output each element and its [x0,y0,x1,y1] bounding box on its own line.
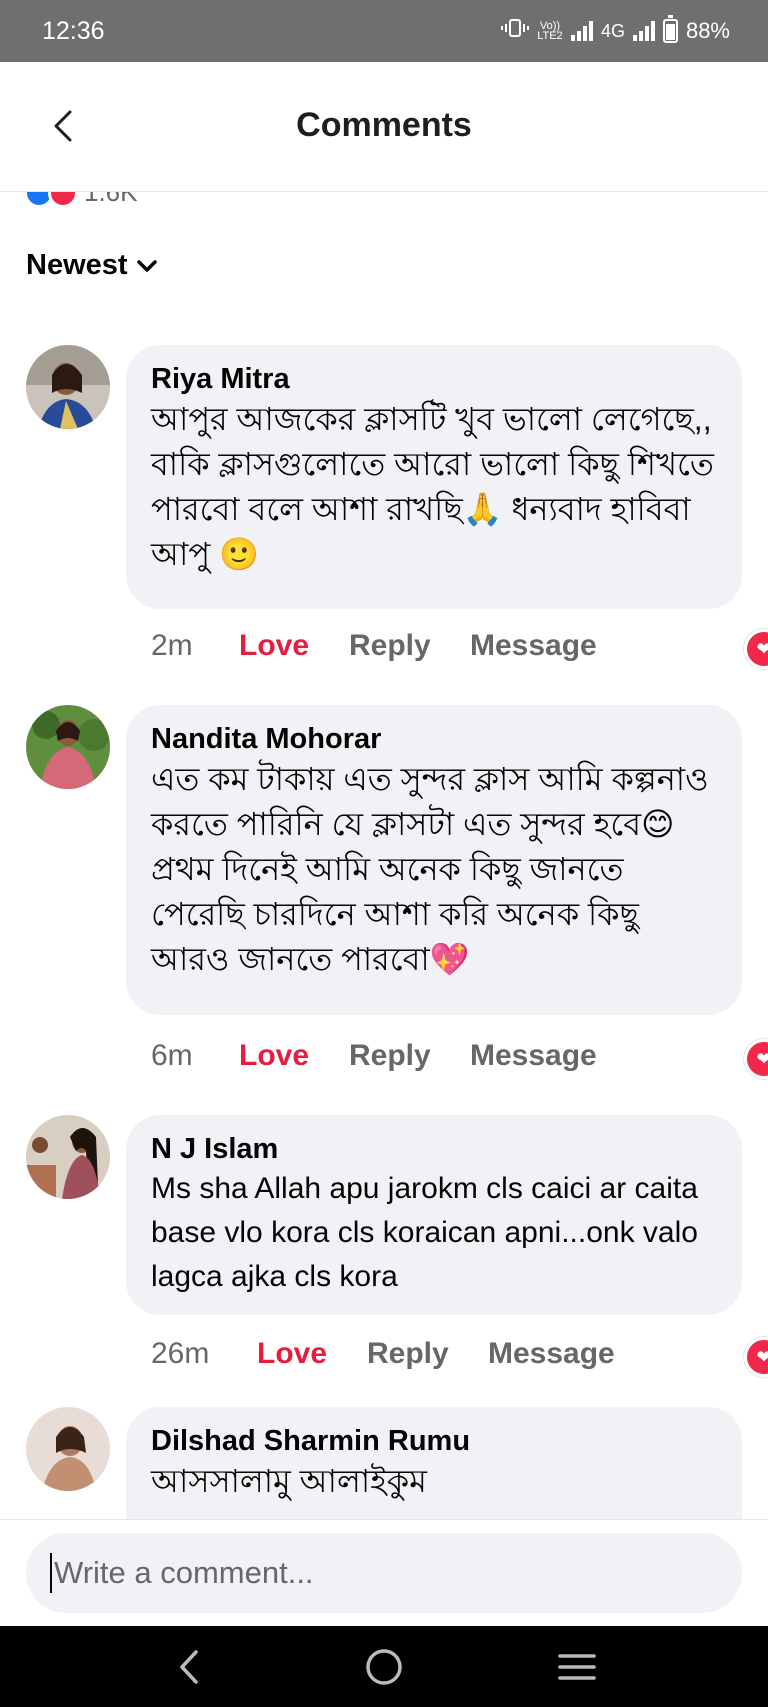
system-nav-bar [0,1626,768,1707]
battery-icon [662,15,678,43]
comment-time[interactable]: 2m [151,629,193,663]
message-button[interactable]: Message [470,629,597,663]
battery-level: 88% [685,18,730,43]
comment-time[interactable]: 6m [151,1039,193,1073]
signal-icon-2 [632,21,655,41]
page-title: Comments [296,106,472,144]
status-icons: Vo)) LTE2 4G 88% [500,15,730,45]
avatar[interactable] [26,345,110,429]
composer-area: Write a comment... [0,1519,768,1627]
comment-input[interactable]: Write a comment... [26,1533,742,1613]
header: Comments [0,62,768,192]
reply-button[interactable]: Reply [349,629,431,663]
nav-home-icon [366,1649,402,1685]
nav-menu-icon [558,1654,596,1680]
love-button[interactable]: Love [257,1337,327,1371]
comment-actions: 26m Love Reply Message 1 ❤ [151,1337,768,1377]
volte-label: Vo)) LTE2 [537,20,563,42]
comment-bubble[interactable]: Riya Mitra আপুর আজকের ক্লাসটি খুব ভালো ল… [126,345,742,609]
comment-author[interactable]: Dilshad Sharmin Rumu [151,1423,716,1459]
sort-label: Newest [26,249,128,281]
nav-back-icon [180,1650,198,1684]
sort-dropdown[interactable]: Newest [26,249,158,282]
vibrate-icon [500,17,529,45]
love-icon [48,191,78,208]
nav-menu-button[interactable] [552,1644,602,1690]
love-button[interactable]: Love [239,1039,309,1073]
comment-author[interactable]: Riya Mitra [151,361,716,397]
reaction-count: 1.6K [84,191,138,207]
reaction-summary[interactable]: 1.6K [24,191,138,208]
message-button[interactable]: Message [488,1337,615,1371]
chevron-down-icon [136,259,157,272]
text-caret [50,1553,52,1593]
comments-list[interactable]: 1.6K Newest Riya Mitra আপুর আজকের ক্লাসট… [0,191,768,1519]
signal-icon [570,21,593,41]
comment-text: আসসালামু আলাইকুম [151,1463,427,1499]
avatar[interactable] [26,1115,110,1199]
comment-text: Ms sha Allah apu jarokm cls caici ar cai… [151,1172,698,1293]
nav-home-button[interactable] [359,1644,409,1690]
comment-text: এত কম টাকায় এত সুন্দর ক্লাস আমি কল্পনাও… [151,761,709,977]
avatar[interactable] [26,705,110,789]
status-time: 12:36 [42,17,105,45]
nav-back-button[interactable] [166,1644,216,1690]
reply-button[interactable]: Reply [349,1039,431,1073]
comment-input-placeholder: Write a comment... [54,1555,314,1590]
comment-actions: 2m Love Reply Message 1 ❤ [151,629,768,669]
comment-author[interactable]: Nandita Mohorar [151,721,716,757]
comment-text: আপুর আজকের ক্লাসটি খুব ভালো লেগেছে,, বাক… [151,401,714,572]
love-button[interactable]: Love [239,629,309,663]
comment-author[interactable]: N J Islam [151,1131,716,1167]
comment-bubble[interactable]: Nandita Mohorar এত কম টাকায় এত সুন্দর ক… [126,705,742,1015]
comment-actions: 6m Love Reply Message 1 ❤ [151,1039,768,1079]
status-bar: 12:36 Vo)) LTE2 4G 88% [0,0,768,62]
avatar[interactable] [26,1407,110,1491]
comment-time[interactable]: 26m [151,1337,209,1371]
comment-bubble[interactable]: Dilshad Sharmin Rumu আসসালামু আলাইকুম [126,1407,742,1519]
reply-button[interactable]: Reply [367,1337,449,1371]
network-type: 4G [600,20,625,41]
comment-bubble[interactable]: N J Islam Ms sha Allah apu jarokm cls ca… [126,1115,742,1315]
message-button[interactable]: Message [470,1039,597,1073]
